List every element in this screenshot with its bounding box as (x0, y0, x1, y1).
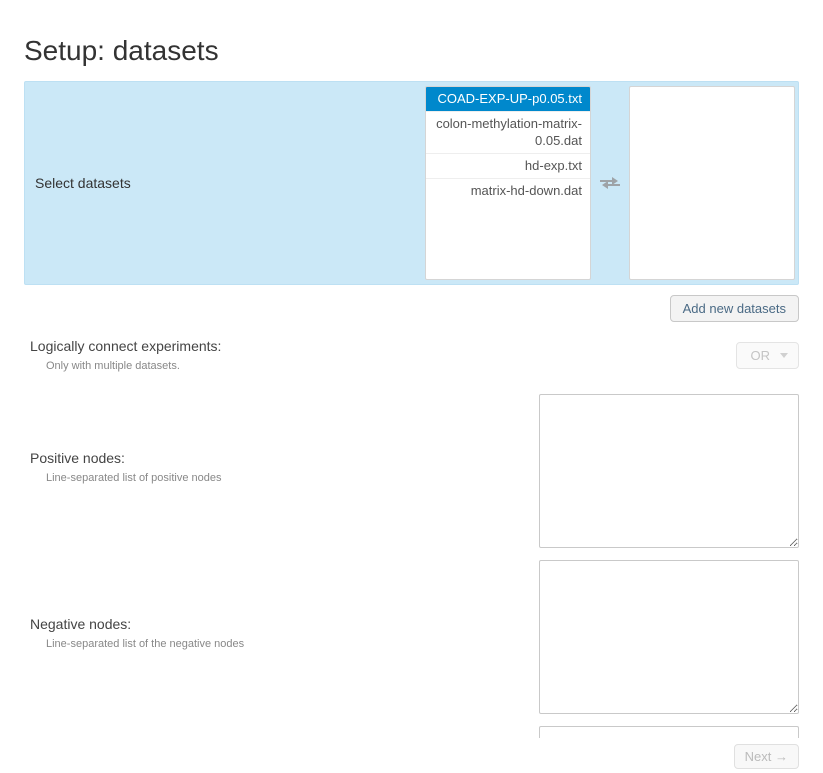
logic-row: Logically connect experiments: Only with… (24, 338, 799, 372)
available-dataset-item[interactable]: matrix-hd-down.dat (426, 179, 590, 203)
add-new-datasets-button[interactable]: Add new datasets (670, 295, 799, 322)
swap-icon[interactable] (600, 176, 620, 190)
positive-nodes-label: Positive nodes: (30, 450, 534, 466)
logic-select-value: OR (751, 348, 771, 363)
available-dataset-item[interactable]: hd-exp.txt (426, 154, 590, 179)
negative-nodes-textarea[interactable] (539, 560, 799, 714)
available-dataset-item[interactable]: COAD-EXP-UP-p0.05.txt (426, 87, 590, 112)
positive-nodes-help: Line-separated list of positive nodes (30, 472, 534, 484)
available-datasets-listbox[interactable]: COAD-EXP-UP-p0.05.txtcolon-methylation-m… (425, 86, 591, 280)
positive-nodes-textarea[interactable] (539, 394, 799, 548)
positive-nodes-row: Positive nodes: Line-separated list of p… (24, 394, 799, 548)
negative-nodes-row: Negative nodes: Line-separated list of t… (24, 560, 799, 714)
logic-help: Only with multiple datasets. (30, 360, 534, 372)
chosen-datasets-listbox[interactable] (629, 86, 795, 280)
logic-select: OR (736, 342, 800, 369)
logic-label: Logically connect experiments: (30, 338, 534, 354)
negative-nodes-label: Negative nodes: (30, 616, 534, 632)
available-dataset-item[interactable]: colon-methylation-matrix-0.05.dat (426, 112, 590, 154)
select-datasets-panel: Select datasets COAD-EXP-UP-p0.05.txtcol… (24, 81, 799, 285)
chevron-down-icon (780, 353, 788, 358)
negative-nodes-help: Line-separated list of the negative node… (30, 638, 534, 650)
truncated-textarea[interactable] (539, 726, 799, 738)
select-datasets-label: Select datasets (25, 82, 425, 284)
page-title: Setup: datasets (24, 35, 799, 67)
next-button[interactable]: Next → (734, 744, 799, 769)
